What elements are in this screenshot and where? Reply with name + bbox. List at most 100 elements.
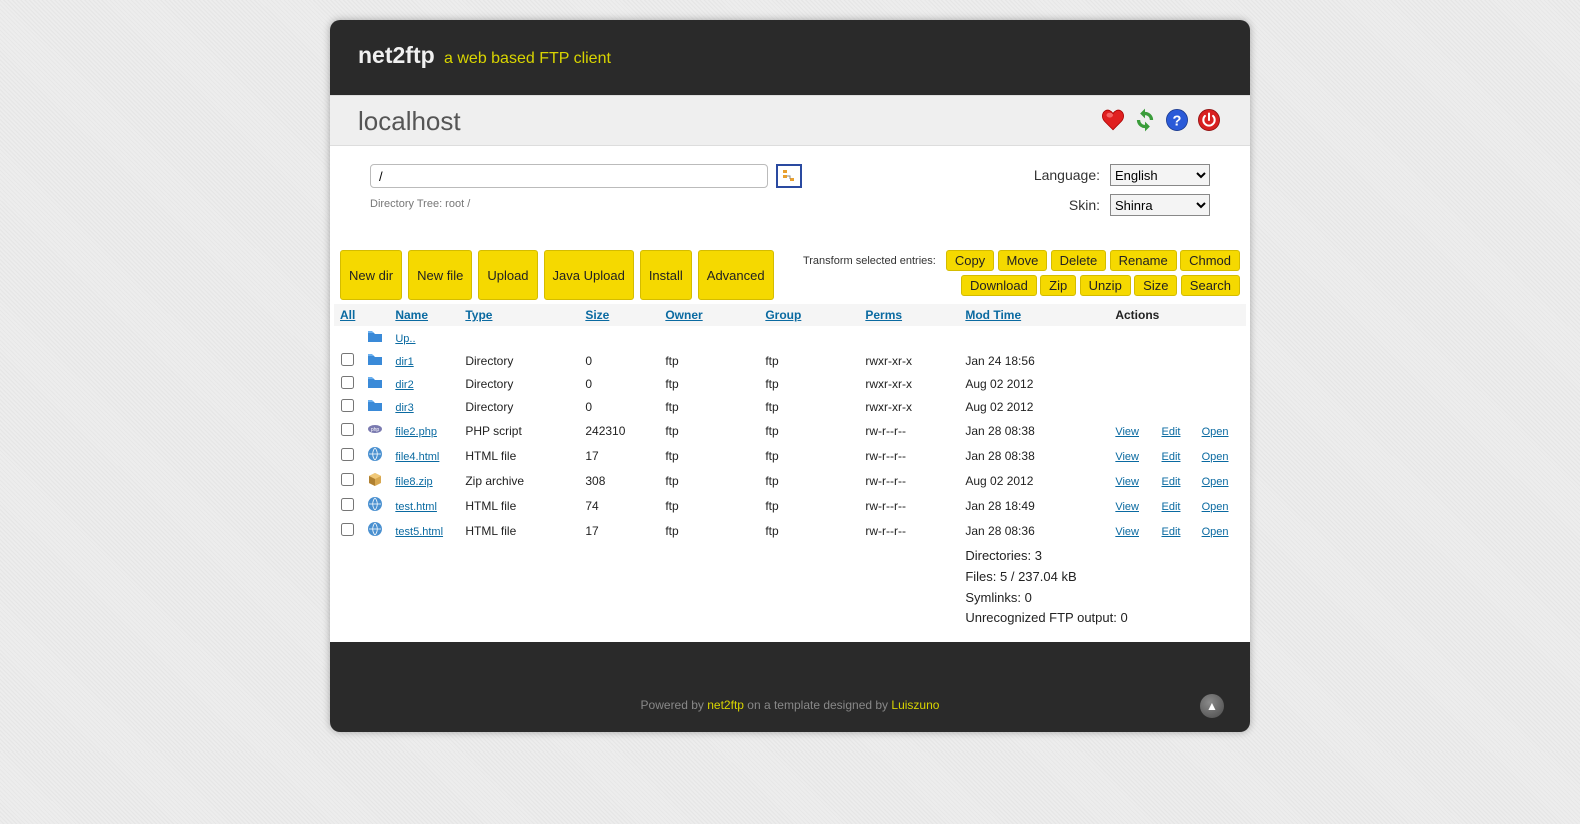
open-link[interactable]: Open (1202, 451, 1229, 463)
row-checkbox[interactable] (341, 523, 354, 536)
file-type: Zip archive (459, 468, 579, 493)
search-button[interactable]: Search (1181, 275, 1240, 296)
row-checkbox[interactable] (341, 353, 354, 366)
file-owner: ftp (659, 372, 759, 395)
footer-link-net2ftp[interactable]: net2ftp (707, 698, 744, 712)
up-link[interactable]: Up.. (395, 333, 415, 345)
directory-tree-button[interactable] (776, 164, 802, 188)
file-modtime: Jan 28 08:36 (959, 518, 1109, 543)
col-perms[interactable]: Perms (859, 304, 959, 326)
view-link[interactable]: View (1115, 426, 1139, 438)
table-row: test.htmlHTML file74ftpftprw-r--r--Jan 2… (334, 493, 1246, 518)
file-name-link[interactable]: file2.php (395, 426, 437, 438)
refresh-icon[interactable] (1132, 107, 1158, 136)
summary-symlinks: Symlinks: 0 (965, 588, 1240, 609)
col-type[interactable]: Type (459, 304, 579, 326)
col-owner[interactable]: Owner (659, 304, 759, 326)
download-button[interactable]: Download (961, 275, 1037, 296)
new-dir-button[interactable]: New dir (340, 250, 402, 300)
skin-select[interactable]: Shinra (1110, 194, 1210, 216)
directory-input[interactable] (370, 164, 768, 188)
install-button[interactable]: Install (640, 250, 692, 300)
move-button[interactable]: Move (998, 250, 1048, 271)
col-group[interactable]: Group (759, 304, 859, 326)
col-name[interactable]: Name (389, 304, 459, 326)
row-checkbox[interactable] (341, 473, 354, 486)
col-modtime[interactable]: Mod Time (959, 304, 1109, 326)
help-icon[interactable]: ? (1164, 107, 1190, 136)
size-button[interactable]: Size (1134, 275, 1177, 296)
zip-button[interactable]: Zip (1040, 275, 1076, 296)
summary-directories: Directories: 3 (965, 546, 1240, 567)
file-type: HTML file (459, 443, 579, 468)
scroll-top-button[interactable]: ▲ (1200, 694, 1224, 718)
hostname: localhost (358, 106, 461, 137)
file-group: ftp (759, 395, 859, 418)
file-owner: ftp (659, 418, 759, 443)
file-perms: rw-r--r-- (859, 493, 959, 518)
file-name-link[interactable]: file8.zip (395, 476, 432, 488)
file-name-link[interactable]: dir2 (395, 379, 413, 391)
view-link[interactable]: View (1115, 451, 1139, 463)
file-owner: ftp (659, 395, 759, 418)
view-link[interactable]: View (1115, 476, 1139, 488)
edit-link[interactable]: Edit (1162, 426, 1181, 438)
file-size: 74 (579, 493, 659, 518)
edit-link[interactable]: Edit (1162, 501, 1181, 513)
app-subtitle: a web based FTP client (444, 50, 611, 67)
edit-link[interactable]: Edit (1162, 526, 1181, 538)
file-group: ftp (759, 493, 859, 518)
host-bar: localhost ? (330, 95, 1250, 146)
zip-icon (361, 468, 389, 493)
file-name-link[interactable]: dir3 (395, 402, 413, 414)
file-modtime: Aug 02 2012 (959, 372, 1109, 395)
table-row: dir1Directory0ftpftprwxr-xr-xJan 24 18:5… (334, 349, 1246, 372)
folder-icon (361, 395, 389, 418)
col-all[interactable]: All (334, 304, 361, 326)
footer-middle: on a template designed by (744, 698, 891, 712)
row-checkbox[interactable] (341, 399, 354, 412)
footer-link-luiszuno[interactable]: Luiszuno (891, 698, 939, 712)
chmod-button[interactable]: Chmod (1180, 250, 1240, 271)
file-owner: ftp (659, 493, 759, 518)
bookmark-icon[interactable] (1100, 107, 1126, 136)
file-type: Directory (459, 349, 579, 372)
file-owner: ftp (659, 443, 759, 468)
row-checkbox[interactable] (341, 448, 354, 461)
row-checkbox[interactable] (341, 376, 354, 389)
language-select[interactable]: English (1110, 164, 1210, 186)
folder-icon (361, 372, 389, 395)
view-link[interactable]: View (1115, 526, 1139, 538)
file-group: ftp (759, 372, 859, 395)
table-row: test5.htmlHTML file17ftpftprw-r--r--Jan … (334, 518, 1246, 543)
row-checkbox[interactable] (341, 498, 354, 511)
file-perms: rw-r--r-- (859, 518, 959, 543)
file-type: Directory (459, 372, 579, 395)
logout-icon[interactable] (1196, 107, 1222, 136)
java-upload-button[interactable]: Java Upload (544, 250, 634, 300)
open-link[interactable]: Open (1202, 526, 1229, 538)
file-name-link[interactable]: file4.html (395, 451, 439, 463)
rename-button[interactable]: Rename (1110, 250, 1177, 271)
file-name-link[interactable]: dir1 (395, 356, 413, 368)
transform-label: Transform selected entries: (803, 255, 936, 267)
file-name-link[interactable]: test.html (395, 501, 437, 513)
advanced-button[interactable]: Advanced (698, 250, 774, 300)
file-group: ftp (759, 349, 859, 372)
upload-button[interactable]: Upload (478, 250, 537, 300)
open-link[interactable]: Open (1202, 426, 1229, 438)
view-link[interactable]: View (1115, 501, 1139, 513)
open-link[interactable]: Open (1202, 476, 1229, 488)
unzip-button[interactable]: Unzip (1080, 275, 1131, 296)
svg-text:?: ? (1173, 114, 1182, 130)
col-size[interactable]: Size (579, 304, 659, 326)
file-name-link[interactable]: test5.html (395, 526, 443, 538)
edit-link[interactable]: Edit (1162, 451, 1181, 463)
edit-link[interactable]: Edit (1162, 476, 1181, 488)
copy-button[interactable]: Copy (946, 250, 994, 271)
new-file-button[interactable]: New file (408, 250, 472, 300)
file-perms: rw-r--r-- (859, 418, 959, 443)
open-link[interactable]: Open (1202, 501, 1229, 513)
row-checkbox[interactable] (341, 423, 354, 436)
delete-button[interactable]: Delete (1051, 250, 1107, 271)
